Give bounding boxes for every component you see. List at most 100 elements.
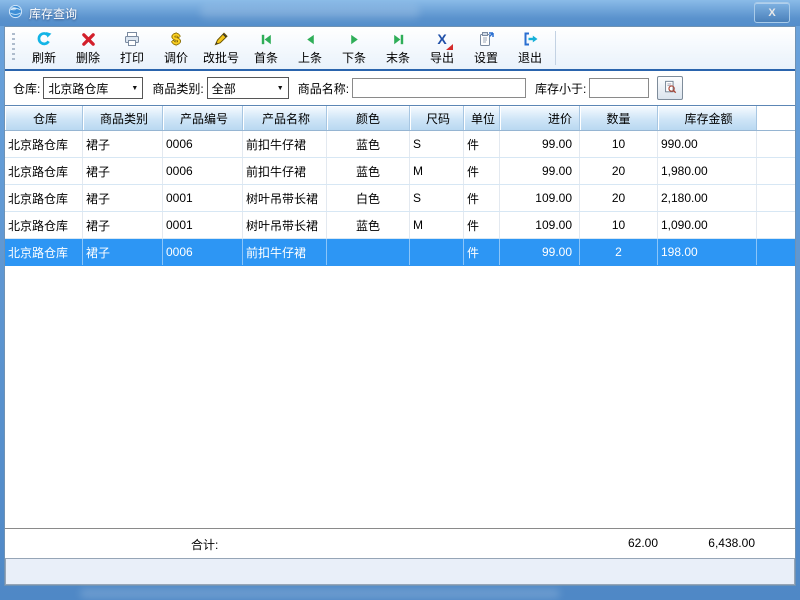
- exit-icon: [522, 31, 538, 48]
- settings-button[interactable]: 设置: [464, 28, 508, 68]
- cell-warehouse[interactable]: 北京路仓库: [5, 158, 83, 184]
- cell-quantity[interactable]: 10: [580, 212, 658, 238]
- column-header-size[interactable]: 尺码: [410, 106, 464, 130]
- cell-warehouse[interactable]: 北京路仓库: [5, 212, 83, 238]
- cell-unit[interactable]: 件: [464, 185, 500, 211]
- query-doc-icon: [663, 80, 677, 97]
- cell-category[interactable]: 裙子: [83, 185, 163, 211]
- cell-product-code[interactable]: 0006: [163, 158, 243, 184]
- cell-quantity[interactable]: 10: [580, 131, 658, 157]
- adjust-price-button[interactable]: $ 调价: [154, 28, 198, 68]
- cell-size[interactable]: [410, 239, 464, 265]
- cell-category[interactable]: 裙子: [83, 239, 163, 265]
- stock-below-input[interactable]: [589, 78, 649, 98]
- cell-color[interactable]: 蓝色: [327, 131, 410, 157]
- cell-unit[interactable]: 件: [464, 239, 500, 265]
- cell-size[interactable]: M: [410, 212, 464, 238]
- cell-warehouse[interactable]: 北京路仓库: [5, 131, 83, 157]
- delete-button[interactable]: 删除: [66, 28, 110, 68]
- exit-button[interactable]: 退出: [508, 28, 552, 68]
- toolbar-button-label: 导出: [430, 49, 454, 66]
- cell-stock-amount[interactable]: 2,180.00: [658, 185, 757, 211]
- cell-unit[interactable]: 件: [464, 131, 500, 157]
- close-button[interactable]: X: [754, 2, 790, 23]
- column-header-purchase-price[interactable]: 进价: [500, 106, 580, 130]
- cell-category[interactable]: 裙子: [83, 131, 163, 157]
- table-row[interactable]: 北京路仓库 裙子 0001 树叶吊带长裙 白色 S 件 109.00 20 2,…: [5, 185, 795, 212]
- cell-unit[interactable]: 件: [464, 158, 500, 184]
- cell-purchase-price[interactable]: 109.00: [500, 185, 580, 211]
- inventory-grid: 仓库 商品类别 产品编号 产品名称 颜色 尺码 单位 进价 数量 库存金额 北京…: [5, 105, 795, 556]
- cell-stock-amount[interactable]: 1,090.00: [658, 212, 757, 238]
- cell-color[interactable]: 蓝色: [327, 212, 410, 238]
- export-button[interactable]: X 导出: [420, 28, 464, 68]
- last-record-button[interactable]: 末条: [376, 28, 420, 68]
- cell-quantity[interactable]: 2: [580, 239, 658, 265]
- cell-product-code[interactable]: 0001: [163, 185, 243, 211]
- cell-purchase-price[interactable]: 109.00: [500, 212, 580, 238]
- cell-filler: [757, 131, 795, 157]
- column-header-unit[interactable]: 单位: [464, 106, 500, 130]
- cell-filler: [757, 212, 795, 238]
- cell-unit[interactable]: 件: [464, 212, 500, 238]
- warehouse-label: 仓库:: [13, 80, 40, 97]
- table-row[interactable]: 北京路仓库 裙子 0001 树叶吊带长裙 蓝色 M 件 109.00 10 1,…: [5, 212, 795, 239]
- table-row[interactable]: 北京路仓库 裙子 0006 前扣牛仔裙 蓝色 S 件 99.00 10 990.…: [5, 131, 795, 158]
- column-header-stock-amount[interactable]: 库存金额: [658, 106, 757, 130]
- cell-color[interactable]: 蓝色: [327, 158, 410, 184]
- print-button[interactable]: 打印: [110, 28, 154, 68]
- warehouse-select[interactable]: 北京路仓库 ▼: [43, 77, 143, 99]
- cell-stock-amount[interactable]: 1,980.00: [658, 158, 757, 184]
- print-icon: [124, 31, 140, 48]
- cell-stock-amount[interactable]: 990.00: [658, 131, 757, 157]
- refresh-button[interactable]: 刷新: [22, 28, 66, 68]
- cell-color[interactable]: 白色: [327, 185, 410, 211]
- toolbar-button-label: 上条: [298, 49, 322, 66]
- filter-bar: 仓库: 北京路仓库 ▼ 商品类别: 全部 ▼ 商品名称: 库存小于:: [5, 71, 795, 105]
- toolbar-button-label: 下条: [342, 49, 366, 66]
- app-window: 库存查询 X 刷新 删除 打印: [0, 0, 800, 600]
- cell-product-name[interactable]: 前扣牛仔裙: [243, 239, 327, 265]
- cell-quantity[interactable]: 20: [580, 185, 658, 211]
- column-header-color[interactable]: 颜色: [327, 106, 410, 130]
- column-header-category[interactable]: 商品类别: [83, 106, 163, 130]
- cell-size[interactable]: S: [410, 185, 464, 211]
- table-row[interactable]: 北京路仓库 裙子 0006 前扣牛仔裙 蓝色 M 件 99.00 20 1,98…: [5, 158, 795, 185]
- table-row[interactable]: 北京路仓库 裙子 0006 前扣牛仔裙 件 99.00 2 198.00: [5, 239, 795, 266]
- cell-purchase-price[interactable]: 99.00: [500, 131, 580, 157]
- cell-product-code[interactable]: 0006: [163, 239, 243, 265]
- toolbar-button-label: 调价: [164, 49, 188, 66]
- cell-category[interactable]: 裙子: [83, 158, 163, 184]
- query-button[interactable]: [657, 76, 683, 100]
- window-title: 库存查询: [29, 5, 77, 22]
- watermark-blur: [200, 5, 420, 19]
- previous-record-button[interactable]: 上条: [288, 28, 332, 68]
- column-header-product-name[interactable]: 产品名称: [243, 106, 327, 130]
- cell-purchase-price[interactable]: 99.00: [500, 158, 580, 184]
- next-record-button[interactable]: 下条: [332, 28, 376, 68]
- cell-size[interactable]: S: [410, 131, 464, 157]
- cell-product-name[interactable]: 树叶吊带长裙: [243, 185, 327, 211]
- cell-color[interactable]: [327, 239, 410, 265]
- column-header-product-code[interactable]: 产品编号: [163, 106, 243, 130]
- cell-product-name[interactable]: 前扣牛仔裙: [243, 131, 327, 157]
- cell-warehouse[interactable]: 北京路仓库: [5, 239, 83, 265]
- cell-product-name[interactable]: 前扣牛仔裙: [243, 158, 327, 184]
- title-bar[interactable]: 库存查询 X: [0, 0, 800, 26]
- category-select[interactable]: 全部 ▼: [207, 77, 289, 99]
- cell-category[interactable]: 裙子: [83, 212, 163, 238]
- product-name-input[interactable]: [352, 78, 526, 98]
- column-header-warehouse[interactable]: 仓库: [5, 106, 83, 130]
- cell-warehouse[interactable]: 北京路仓库: [5, 185, 83, 211]
- column-header-quantity[interactable]: 数量: [580, 106, 658, 130]
- cell-product-code[interactable]: 0006: [163, 131, 243, 157]
- cell-product-name[interactable]: 树叶吊带长裙: [243, 212, 327, 238]
- cell-product-code[interactable]: 0001: [163, 212, 243, 238]
- cell-purchase-price[interactable]: 99.00: [500, 239, 580, 265]
- first-record-button[interactable]: 首条: [244, 28, 288, 68]
- toolbar-grip[interactable]: [12, 33, 15, 63]
- cell-quantity[interactable]: 20: [580, 158, 658, 184]
- change-batch-button[interactable]: 改批号: [198, 28, 244, 68]
- cell-size[interactable]: M: [410, 158, 464, 184]
- cell-stock-amount[interactable]: 198.00: [658, 239, 757, 265]
